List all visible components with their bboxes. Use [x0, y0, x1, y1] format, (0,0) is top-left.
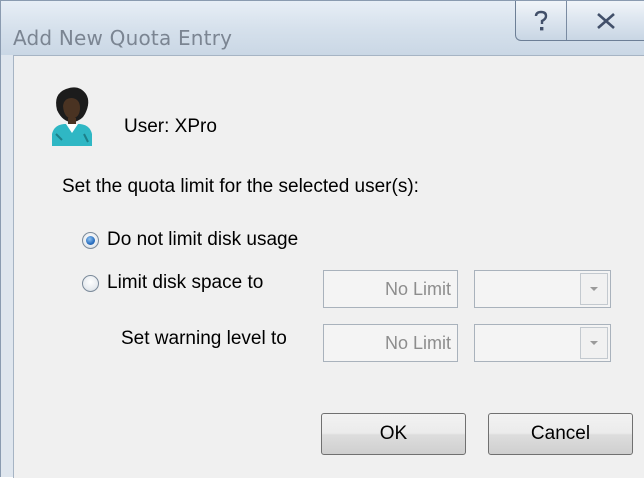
- window-title: Add New Quota Entry: [13, 26, 233, 50]
- close-button[interactable]: [567, 1, 644, 40]
- user-avatar-icon: [52, 87, 92, 146]
- limit-unit-dropdown-button[interactable]: [580, 273, 608, 305]
- help-button[interactable]: [516, 1, 567, 40]
- title-bar[interactable]: Add New Quota Entry: [1, 1, 644, 55]
- limit-amount-field[interactable]: No Limit: [323, 270, 458, 308]
- user-label: User: XPro: [124, 116, 217, 137]
- quota-dialog: Add New Quota Entry User: XPro Set the q…: [0, 0, 644, 478]
- ok-button[interactable]: OK: [321, 413, 466, 455]
- cancel-button[interactable]: Cancel: [488, 413, 633, 455]
- close-icon: [597, 12, 615, 29]
- dialog-body: User: XPro Set the quota limit for the s…: [13, 55, 644, 478]
- caption-buttons: [515, 1, 644, 41]
- instructions-text: Set the quota limit for the selected use…: [62, 176, 419, 197]
- no-limit-label: Do not limit disk usage: [107, 229, 299, 250]
- warning-amount-field[interactable]: No Limit: [323, 324, 458, 362]
- no-limit-radio-option[interactable]: Do not limit disk usage: [82, 229, 298, 251]
- limit-unit-select[interactable]: [474, 270, 611, 308]
- warning-unit-dropdown-button[interactable]: [580, 327, 608, 359]
- limit-disk-radio-option[interactable]: Limit disk space to: [82, 272, 263, 294]
- limit-disk-label: Limit disk space to: [107, 272, 264, 293]
- help-icon: [534, 10, 548, 30]
- limit-disk-radio[interactable]: [82, 274, 99, 292]
- warning-unit-select[interactable]: [474, 324, 611, 362]
- chevron-down-icon: [590, 341, 598, 345]
- chevron-down-icon: [590, 287, 598, 291]
- no-limit-radio[interactable]: [82, 231, 99, 249]
- warning-level-label: Set warning level to: [121, 328, 287, 349]
